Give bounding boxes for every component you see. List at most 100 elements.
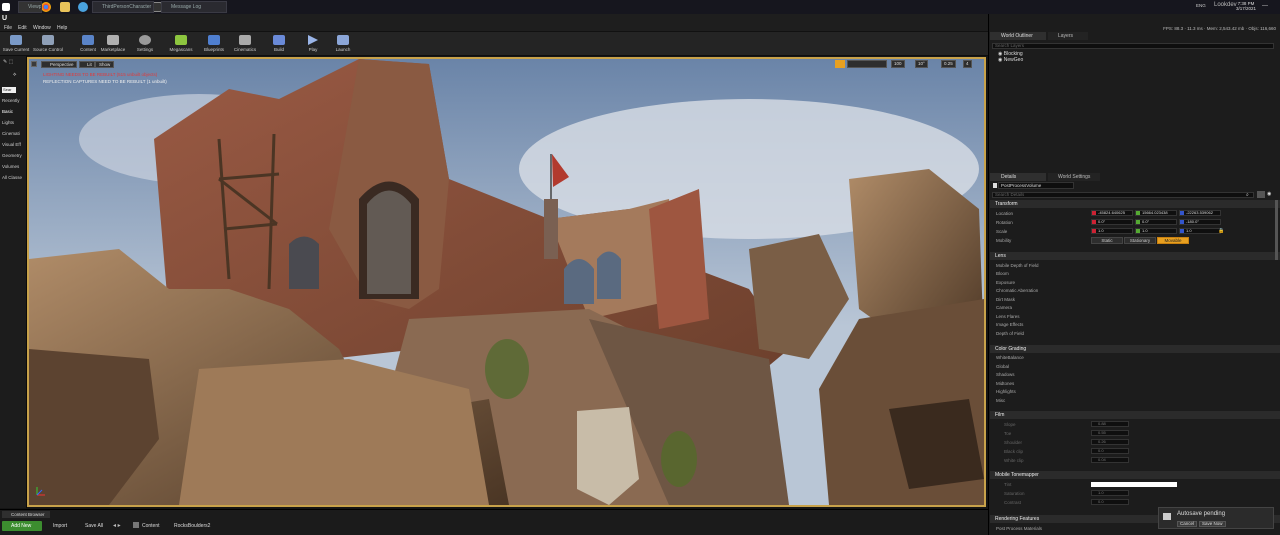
play-button[interactable]: Play <box>297 33 329 55</box>
tint-color-swatch[interactable] <box>1091 482 1177 487</box>
camera-speed-value[interactable]: 4 <box>963 60 972 68</box>
tab-content-browser[interactable]: Content Browser <box>2 511 50 518</box>
menu-file[interactable]: File <box>4 25 12 31</box>
settings-button[interactable]: Settings <box>129 33 161 55</box>
location-x-field[interactable]: -45824.640625 <box>1091 210 1133 216</box>
prop-misc[interactable]: Misc <box>996 398 1005 403</box>
white-clip-field[interactable]: 0.04 <box>1091 457 1129 463</box>
import-button[interactable]: Import <box>46 521 67 531</box>
menu-help[interactable]: Help <box>57 25 67 31</box>
toe-field[interactable]: 0.55 <box>1091 430 1129 436</box>
contrast-field[interactable]: 0.0 <box>1091 499 1129 505</box>
location-y-field[interactable]: 15664.023438 <box>1135 210 1177 216</box>
level-viewport[interactable]: Perspective Lit Show LIGHTING NEEDS TO B… <box>27 57 986 507</box>
rotation-x-field[interactable]: 0.0° <box>1091 219 1133 225</box>
scale-snap-value[interactable]: 0.25 <box>941 60 956 68</box>
details-scrollbar[interactable] <box>1275 200 1278 260</box>
scale-x-field[interactable]: 1.0 <box>1091 228 1133 234</box>
modes-search-input[interactable]: Sear <box>2 87 16 93</box>
source-control-button[interactable]: Source Control <box>32 33 64 55</box>
slope-field[interactable]: 0.88 <box>1091 421 1129 427</box>
tab-message-log[interactable]: Message Log <box>161 1 227 13</box>
rotation-label[interactable]: Rotation <box>996 220 1013 225</box>
mode-all-classes[interactable]: All Classe <box>2 175 22 180</box>
mode-recently[interactable]: Recently <box>2 98 20 103</box>
grid-snap-value[interactable]: 100 <box>891 60 905 68</box>
clock[interactable]: 7:38 PM 3/17/2021 <box>1236 1 1256 11</box>
prop-image-effects[interactable]: Image Effects <box>996 322 1023 327</box>
build-button[interactable]: Build <box>263 33 295 55</box>
save-current-button[interactable]: Save Current <box>0 33 32 55</box>
shoulder-field[interactable]: 0.26 <box>1091 439 1129 445</box>
place-mode-icon[interactable]: ⟡ <box>13 72 16 78</box>
prop-bloom[interactable]: Bloom <box>996 271 1009 276</box>
transform-tools[interactable] <box>847 60 887 68</box>
scale-label[interactable]: Scale <box>996 229 1007 234</box>
autosave-cancel-button[interactable]: Cancel <box>1177 521 1198 527</box>
tab-world-settings[interactable]: World Settings <box>1048 173 1100 181</box>
lock-icon[interactable]: 🔒 <box>1218 228 1224 234</box>
details-search-input[interactable]: Search Details <box>992 192 1254 198</box>
eye-icon[interactable]: ◉ <box>1267 191 1271 197</box>
marketplace-button[interactable]: Marketplace <box>97 33 129 55</box>
prop-post-process-materials[interactable]: Post Process Materials <box>996 526 1042 531</box>
mobility-static-button[interactable]: Static <box>1091 237 1123 244</box>
scale-z-field[interactable]: 1.0 <box>1179 228 1221 234</box>
add-new-button[interactable]: Add New <box>2 521 42 531</box>
prop-dirt-mask[interactable]: Dirt Mask <box>996 297 1015 302</box>
mobility-stationary-button[interactable]: Stationary <box>1124 237 1156 244</box>
rotation-z-field[interactable]: -180.0° <box>1179 219 1221 225</box>
prop-shadows[interactable]: Shadows <box>996 372 1015 377</box>
category-transform[interactable]: Transform <box>990 200 1280 208</box>
location-label[interactable]: Location <box>996 211 1013 216</box>
mode-lights[interactable]: Lights <box>2 120 14 125</box>
scale-y-field[interactable]: 1.0 <box>1135 228 1177 234</box>
mobility-movable-button[interactable]: Movable <box>1157 237 1189 244</box>
launch-button[interactable]: Launch <box>327 33 359 55</box>
save-all-button[interactable]: Save All <box>78 521 103 531</box>
minimize-button[interactable]: — <box>1262 3 1268 9</box>
location-z-field[interactable]: -22263.539062 <box>1179 210 1221 216</box>
prop-lens-flares[interactable]: Lens Flares <box>996 314 1020 319</box>
breadcrumb-rocksboulders2[interactable]: RocksBoulders2 <box>174 521 210 531</box>
prop-global[interactable]: Global <box>996 364 1009 369</box>
mode-cinematic[interactable]: Cinemati <box>2 131 20 136</box>
category-lens[interactable]: Lens <box>990 252 1280 260</box>
mode-basic[interactable]: Basic <box>2 109 13 114</box>
prop-camera[interactable]: Camera <box>996 305 1012 310</box>
tab-thirdperson[interactable]: ThirdPersonCharacter <box>92 1 154 13</box>
menu-window[interactable]: Window <box>33 25 51 31</box>
folder-icon[interactable] <box>60 2 70 12</box>
category-color-grading[interactable]: Color Grading <box>990 345 1280 353</box>
prop-chromatic-aberration[interactable]: Chromatic Aberration <box>996 288 1038 293</box>
category-mobile-tonemapper[interactable]: Mobile Tonemapper <box>990 471 1280 479</box>
prop-mobile-dof[interactable]: Mobile Depth of Field <box>996 263 1039 268</box>
mode-volumes[interactable]: Volumes <box>2 164 19 169</box>
modes-icons[interactable]: ✎ ⬚ <box>3 59 13 65</box>
tab-layers[interactable]: Layers <box>1048 32 1088 40</box>
category-film[interactable]: Film <box>990 411 1280 419</box>
black-clip-field[interactable]: 0.0 <box>1091 448 1129 454</box>
rotation-y-field[interactable]: 0.0° <box>1135 219 1177 225</box>
view-mode-lit-button[interactable]: Lit <box>79 61 95 68</box>
tab-details[interactable]: Details <box>990 173 1046 181</box>
prop-highlights[interactable]: Highlights <box>996 389 1016 394</box>
cinematics-button[interactable]: Cinematics <box>229 33 261 55</box>
show-button[interactable]: Show <box>95 61 115 68</box>
autosave-save-now-button[interactable]: Save Now <box>1199 521 1226 527</box>
app-icon[interactable] <box>78 2 88 12</box>
layers-search-input[interactable]: Search Layers <box>992 43 1274 49</box>
prop-midtones[interactable]: Midtones <box>996 381 1014 386</box>
actor-name-field[interactable]: PostProcessVolume <box>998 182 1074 189</box>
mode-geometry[interactable]: Geometry <box>2 153 22 158</box>
menu-edit[interactable]: Edit <box>18 25 27 31</box>
view-options-icon[interactable] <box>1257 191 1265 198</box>
tab-viewport[interactable]: Viewport <box>18 1 42 13</box>
layer-item[interactable]: ◉ NewGeo <box>998 57 1023 63</box>
prop-white-balance[interactable]: WhiteBalance <box>996 355 1024 360</box>
back-forward-icons[interactable]: ◂ ▸ <box>113 522 121 529</box>
rotation-snap-value[interactable]: 10° <box>915 60 928 68</box>
prop-exposure[interactable]: Exposure <box>996 280 1015 285</box>
tab-world-outliner[interactable]: World Outliner <box>990 32 1046 40</box>
saturation-field[interactable]: 1.0 <box>1091 490 1129 496</box>
